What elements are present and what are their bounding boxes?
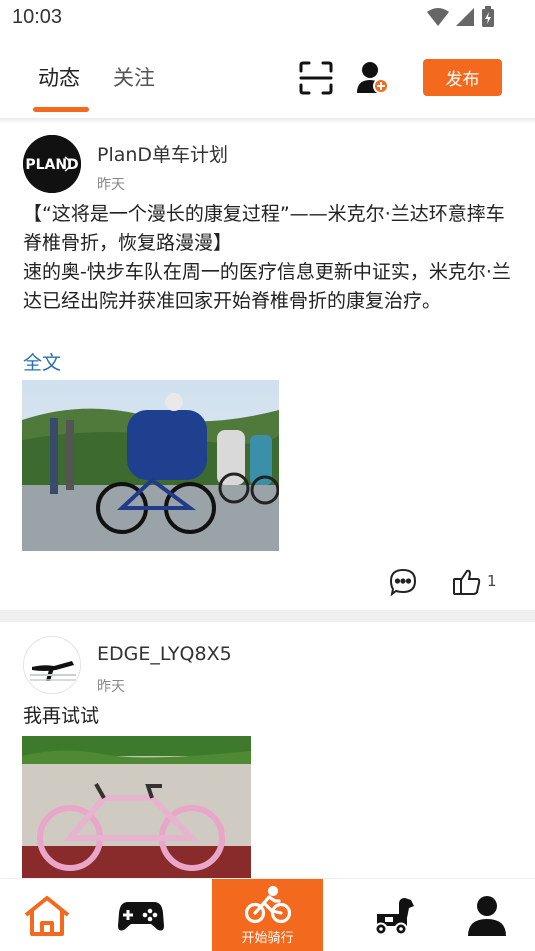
gamepad-icon <box>118 901 164 930</box>
active-tab-indicator <box>33 107 89 112</box>
publish-button[interactable]: 发布 <box>423 59 502 96</box>
post-image[interactable] <box>22 380 279 551</box>
status-bar: 10:03 <box>0 0 535 38</box>
home-icon <box>24 895 70 936</box>
svg-text:PLAND: PLAND <box>25 157 78 173</box>
thumbs-up-icon <box>453 569 481 595</box>
like-button[interactable] <box>452 568 482 596</box>
post-title: 【“这将是一个漫长的康复过程”——米克尔·兰达环意摔车脊椎骨折，恢复路漫漫】 <box>23 203 505 254</box>
bicycle-icon <box>244 885 291 924</box>
scan-button[interactable] <box>298 60 334 96</box>
post-image[interactable] <box>22 736 251 878</box>
post-body: 我再试试 <box>23 705 100 727</box>
status-time: 10:03 <box>12 6 63 28</box>
add-friend-button[interactable] <box>356 60 390 96</box>
full-text-link[interactable]: 全文 <box>23 348 61 375</box>
scan-icon <box>299 61 333 95</box>
nav-games[interactable] <box>104 879 178 951</box>
nav-start-riding[interactable]: 开始骑行 <box>212 879 323 951</box>
post-body: 速的奥-快步车队在周一的医疗信息更新中证实，米克尔·兰达已经出院并获准回家开始脊… <box>23 261 511 312</box>
battery-icon <box>482 6 494 27</box>
nav-horse[interactable] <box>356 879 430 951</box>
post-username[interactable]: EDGE_LYQ8X5 <box>97 643 232 665</box>
start-riding-label: 开始骑行 <box>241 931 294 946</box>
wifi-icon <box>427 8 449 26</box>
add-user-icon <box>357 62 389 94</box>
avatar-brake-lever-image <box>24 637 80 693</box>
post-divider <box>0 610 535 622</box>
post-time: 昨天 <box>97 679 125 695</box>
nav-profile[interactable] <box>450 879 524 951</box>
profile-icon <box>468 895 506 936</box>
tab-following[interactable]: 关注 <box>113 62 155 92</box>
nav-home[interactable] <box>10 879 84 951</box>
feed-post: PLAND PlanD单车计划 昨天 【“这将是一个漫长的康复过程”——米克尔·… <box>0 124 535 610</box>
comment-icon <box>389 568 417 597</box>
post-username[interactable]: PlanD单车计划 <box>97 140 228 167</box>
pland-logo: PLAND <box>23 135 81 193</box>
like-count: 1 <box>487 572 497 590</box>
avatar[interactable] <box>23 636 81 694</box>
signal-icon <box>456 8 474 26</box>
tab-feed[interactable]: 动态 <box>38 62 80 92</box>
comment-button[interactable] <box>389 568 417 597</box>
bottom-navigation: 开始骑行 <box>0 878 535 951</box>
avatar[interactable]: PLAND <box>23 135 81 193</box>
feed-post: EDGE_LYQ8X5 昨天 我再试试 <box>0 622 535 878</box>
top-header: 动态 关注 发布 <box>0 40 535 118</box>
post-time: 昨天 <box>97 177 125 193</box>
horse-icon <box>374 897 414 935</box>
